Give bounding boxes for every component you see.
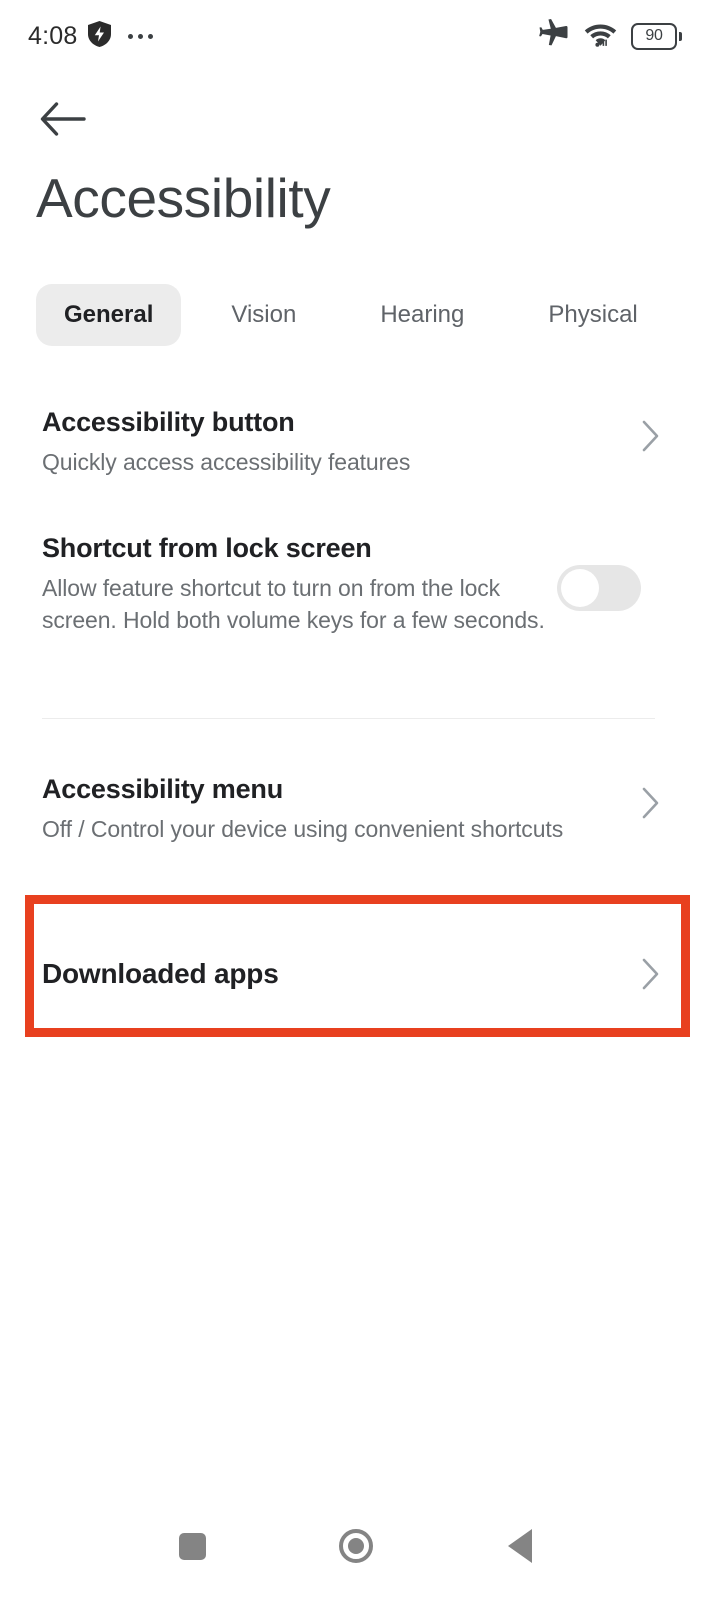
setting-row-downloaded-apps[interactable]: Downloaded apps — [0, 957, 712, 991]
row-title: Shortcut from lock screen — [42, 533, 372, 563]
row-subtitle: Quickly access accessibility features — [42, 449, 411, 475]
tab-bar: General Vision Hearing Physical — [36, 284, 676, 346]
back-triangle-icon[interactable] — [484, 1510, 556, 1582]
row-title: Accessibility button — [42, 407, 295, 437]
tab-general[interactable]: General — [36, 284, 182, 346]
status-bar-right: 90 — [539, 18, 682, 54]
section-divider — [42, 718, 655, 719]
recents-square-icon[interactable] — [156, 1510, 228, 1582]
toggle-knob — [561, 569, 599, 607]
shortcut-from-lock-screen-toggle[interactable] — [557, 565, 641, 611]
more-dots-icon — [128, 33, 154, 39]
tab-physical[interactable]: Physical — [520, 284, 665, 346]
wifi-icon — [584, 20, 617, 53]
tab-hearing[interactable]: Hearing — [352, 284, 492, 346]
row-subtitle: Off / Control your device using convenie… — [42, 816, 564, 842]
battery-level-label: 90 — [645, 27, 663, 44]
chevron-right-icon — [636, 419, 666, 453]
setting-row-accessibility-menu[interactable]: Accessibility menu Off / Control your de… — [0, 772, 712, 845]
system-navigation-bar — [0, 1490, 712, 1602]
status-time: 4:08 — [28, 21, 78, 50]
home-circle-icon[interactable] — [320, 1510, 392, 1582]
shield-bolt-icon — [88, 20, 112, 52]
status-bar: 4:08 90 — [0, 0, 712, 72]
row-text-group: Accessibility menu Off / Control your de… — [42, 772, 636, 845]
airplane-mode-icon — [539, 18, 570, 54]
page-title: Accessibility — [36, 167, 331, 229]
battery-icon: 90 — [631, 22, 682, 50]
chevron-right-icon — [636, 786, 666, 820]
setting-row-shortcut-from-lock-screen[interactable]: Shortcut from lock screen Allow feature … — [0, 531, 712, 636]
row-title: Downloaded apps — [42, 958, 279, 989]
row-text-group: Shortcut from lock screen Allow feature … — [42, 531, 547, 636]
row-text-group: Accessibility button Quickly access acce… — [42, 405, 636, 478]
back-arrow-icon[interactable] — [32, 88, 94, 150]
tab-vision[interactable]: Vision — [203, 284, 324, 346]
row-subtitle: Allow feature shortcut to turn on from t… — [42, 575, 545, 633]
row-text-group: Downloaded apps — [42, 957, 636, 991]
status-bar-left: 4:08 — [28, 20, 154, 52]
row-title: Accessibility menu — [42, 774, 283, 804]
setting-row-accessibility-button[interactable]: Accessibility button Quickly access acce… — [0, 405, 712, 478]
chevron-right-icon — [636, 957, 666, 991]
